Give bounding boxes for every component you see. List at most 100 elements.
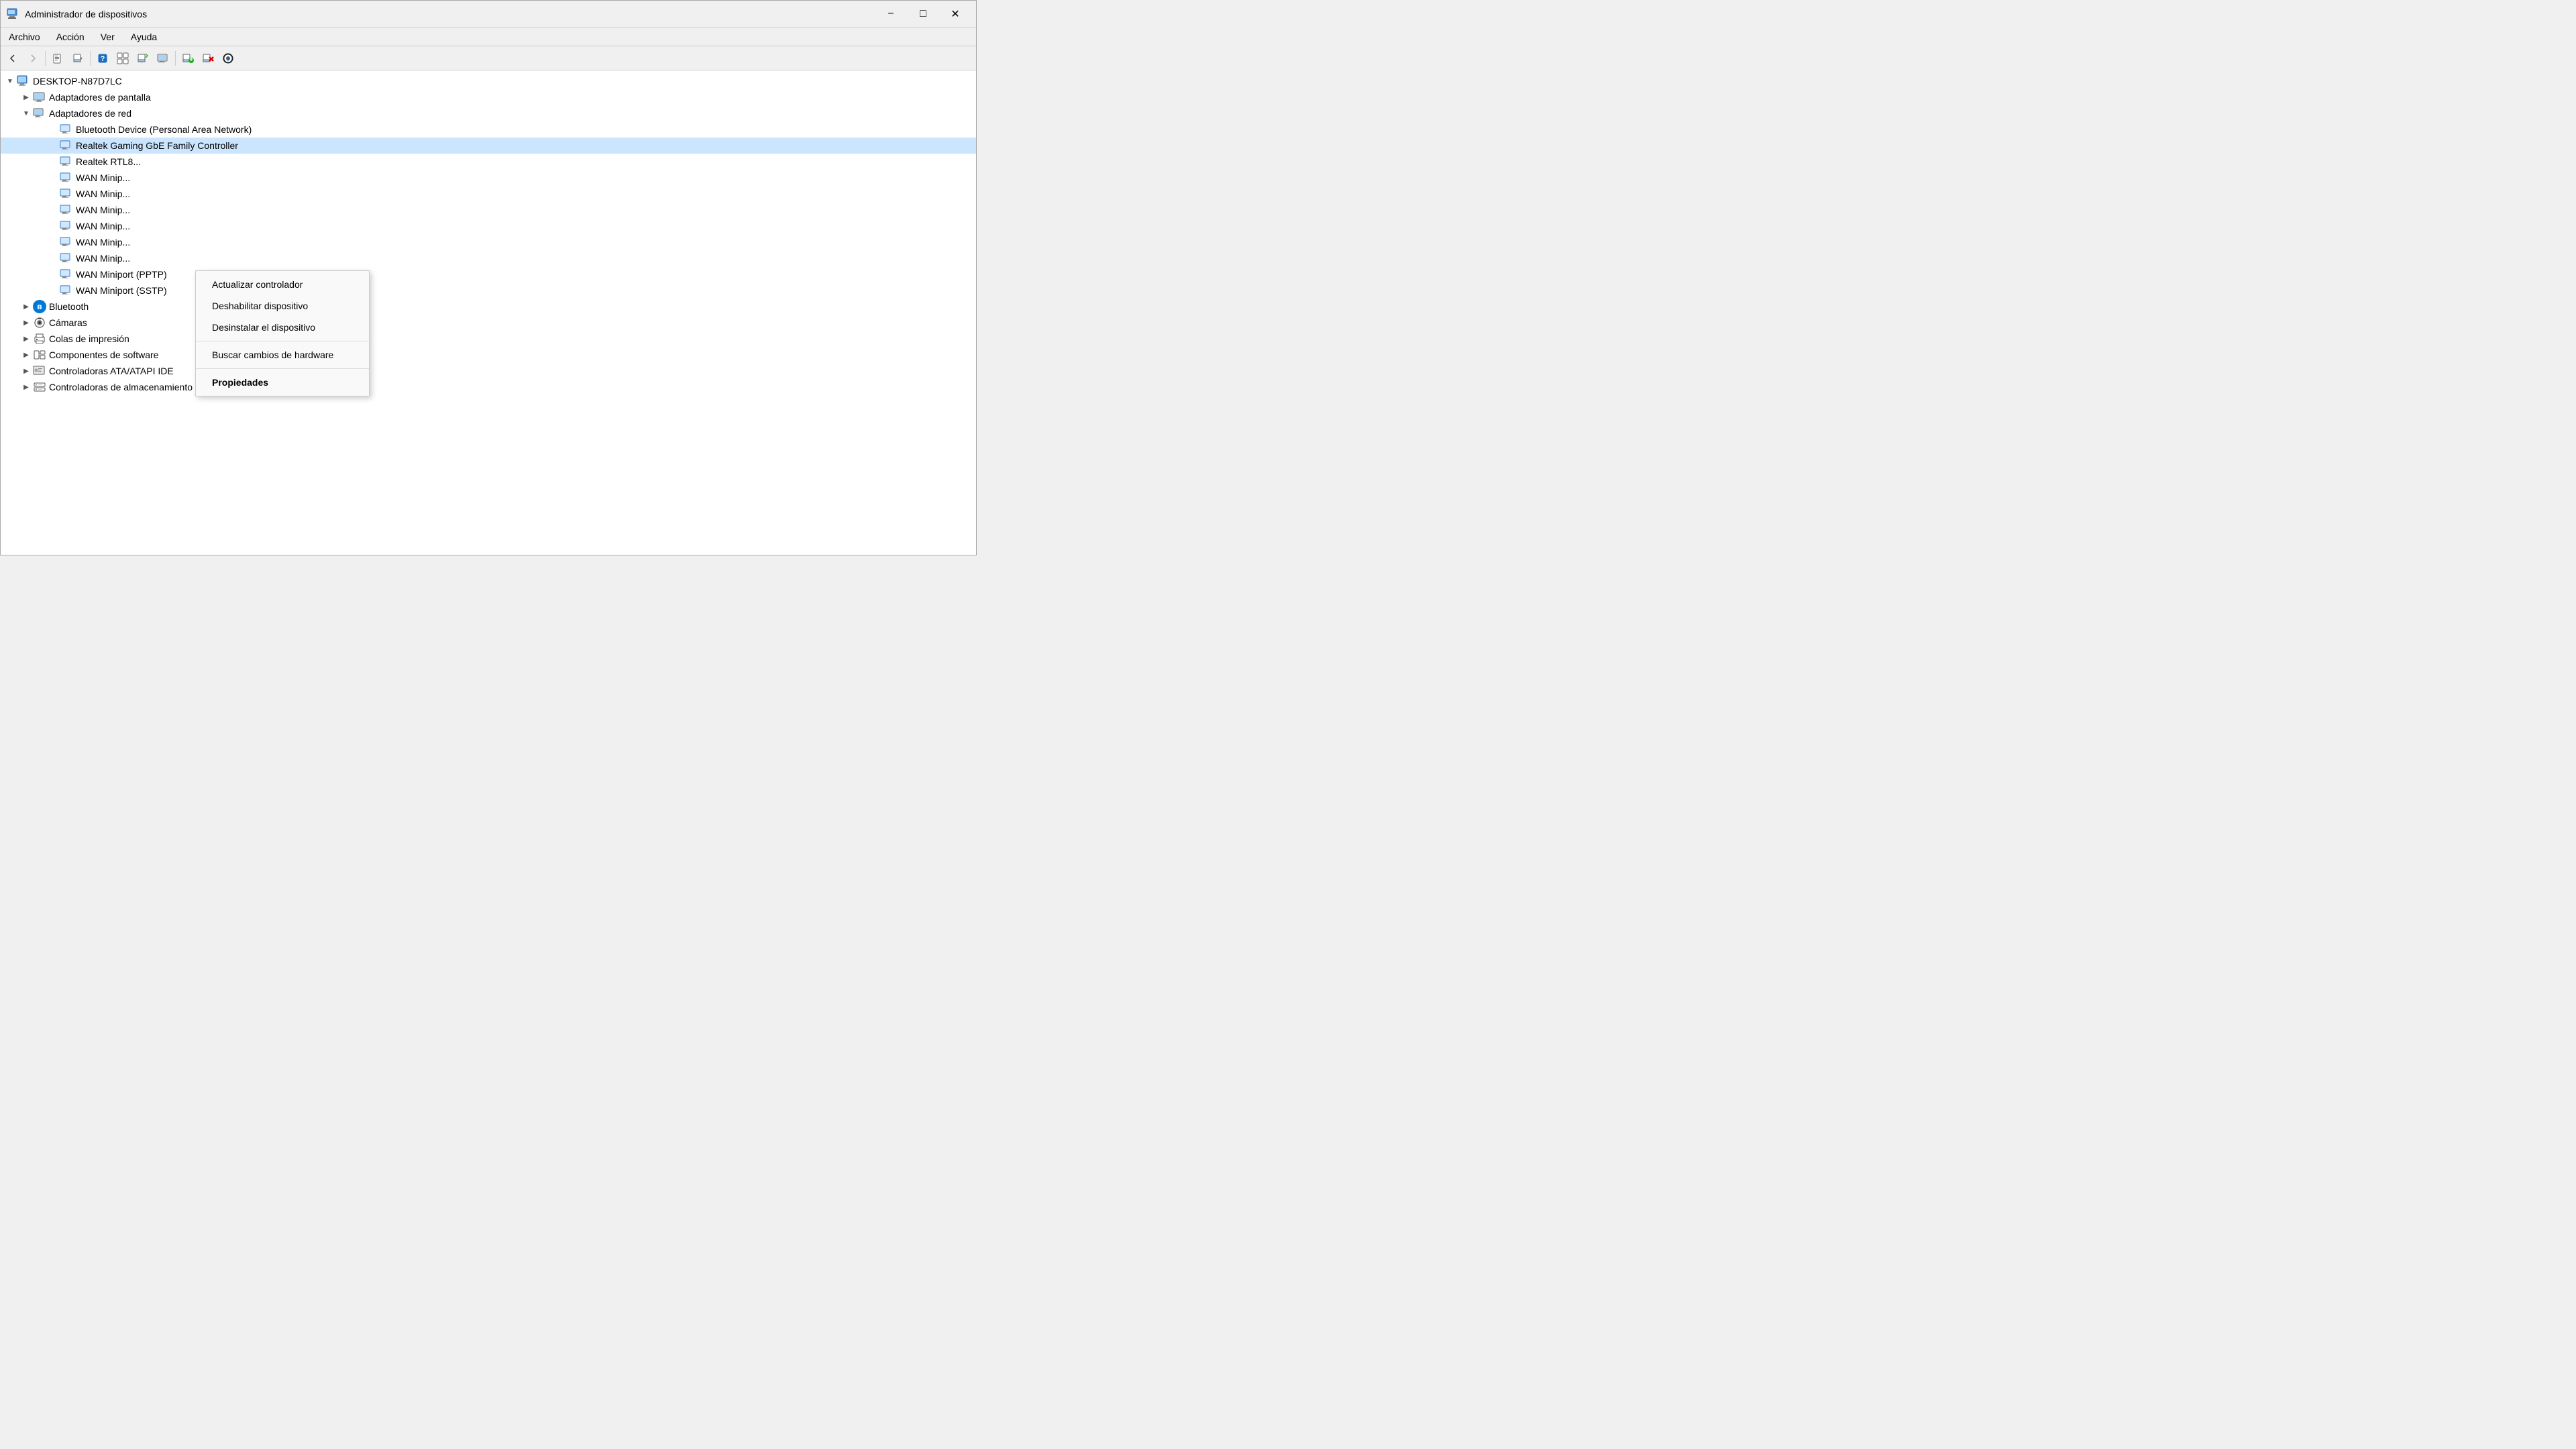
menu-ver[interactable]: Ver [93, 29, 123, 45]
forward-icon [28, 53, 38, 64]
menu-archivo[interactable]: Archivo [1, 29, 48, 45]
uninstall-icon [202, 52, 214, 64]
adaptadores-pantalla-expand-icon[interactable]: ▶ [19, 91, 33, 104]
tree-root[interactable]: ▼ DESKTOP-N87D7LC [1, 73, 976, 89]
toolbar-sep-2 [90, 51, 91, 66]
tree-wan-pptp[interactable]: WAN Miniport (PPTP) [1, 266, 976, 282]
componentes-software-label: Componentes de software [49, 350, 158, 360]
camaras-expand-icon[interactable]: ▶ [19, 316, 33, 329]
tree-bluetooth-device[interactable]: Bluetooth Device (Personal Area Network) [1, 121, 976, 138]
back-icon [7, 53, 18, 64]
tree-wan-1[interactable]: WAN Minip... [1, 170, 976, 186]
back-button[interactable] [3, 49, 22, 68]
wan-sstp-expand-spacer [46, 284, 60, 297]
bluetooth-device-label: Bluetooth Device (Personal Area Network) [76, 124, 252, 135]
context-menu-update-driver[interactable]: Actualizar controlador [196, 274, 369, 295]
tree-colas-impresion[interactable]: ▶ Colas de impresión [1, 331, 976, 347]
help-icon: ? [97, 53, 108, 64]
install-driver-button[interactable] [178, 49, 197, 68]
scan-hardware-button[interactable] [133, 49, 152, 68]
update-driver-icon [72, 53, 83, 64]
update-driver-button[interactable] [68, 49, 87, 68]
context-menu: Actualizar controlador Deshabilitar disp… [195, 270, 370, 396]
wan6-label: WAN Minip... [76, 253, 130, 264]
device-tree: ▼ DESKTOP-N87D7LC ▶ [1, 70, 976, 398]
tree-componentes-software[interactable]: ▶ Componentes de software [1, 347, 976, 363]
realtek-gaming-expand-spacer [46, 139, 60, 152]
realtek-rtl8-label: Realtek RTL8... [76, 156, 141, 167]
colas-impresion-label: Colas de impresión [49, 333, 129, 344]
context-menu-scan-hardware[interactable]: Buscar cambios de hardware [196, 344, 369, 366]
display-button[interactable] [154, 49, 172, 68]
download-button[interactable] [219, 49, 237, 68]
wan5-label: WAN Minip... [76, 237, 130, 248]
wan2-label: WAN Minip... [76, 189, 130, 199]
wan1-expand-spacer [46, 171, 60, 184]
forward-button[interactable] [23, 49, 42, 68]
camera-category-icon [33, 316, 46, 329]
install-driver-icon [182, 52, 194, 64]
tree-wan-sstp[interactable]: WAN Miniport (SSTP) [1, 282, 976, 299]
tree-wan-5[interactable]: WAN Minip... [1, 234, 976, 250]
title-bar-left: Administrador de dispositivos [6, 7, 147, 21]
net-device-icon-rtk2 [60, 155, 73, 168]
properties-button[interactable] [48, 49, 67, 68]
wan-pptp-expand-spacer [46, 268, 60, 281]
tree-controladoras-almacenamiento[interactable]: ▶ Controladoras de almacenamiento [1, 379, 976, 395]
toolbar-sep-3 [175, 51, 176, 66]
root-label: DESKTOP-N87D7LC [33, 76, 122, 87]
tree-realtek-gaming[interactable]: Realtek Gaming GbE Family Controller [1, 138, 976, 154]
wan4-label: WAN Minip... [76, 221, 130, 231]
realtek-gaming-label: Realtek Gaming GbE Family Controller [76, 140, 238, 151]
wan2-expand-spacer [46, 187, 60, 201]
net-device-icon-wan5 [60, 235, 73, 249]
context-menu-disable-device[interactable]: Deshabilitar dispositivo [196, 295, 369, 317]
controladoras-almacenamiento-label: Controladoras de almacenamiento [49, 382, 193, 392]
help-button[interactable]: ? [93, 49, 112, 68]
root-expand-icon[interactable]: ▼ [3, 74, 17, 88]
net-device-icon-wan1 [60, 171, 73, 184]
tree-controladoras-ata[interactable]: ▶ Controladoras ATA/ATAPI IDE [1, 363, 976, 379]
bluetooth-label: Bluetooth [49, 301, 89, 312]
tree-wan-2[interactable]: WAN Minip... [1, 186, 976, 202]
network-adapter-category-icon [33, 107, 46, 120]
expand-tree-button[interactable] [113, 49, 132, 68]
componentes-software-expand-icon[interactable]: ▶ [19, 348, 33, 362]
context-menu-properties[interactable]: Propiedades [196, 372, 369, 393]
context-menu-uninstall-device[interactable]: Desinstalar el dispositivo [196, 317, 369, 338]
device-manager-window: Administrador de dispositivos − □ ✕ Arch… [0, 0, 977, 555]
software-category-icon [33, 348, 46, 362]
tree-realtek-rtl8[interactable]: Realtek RTL8... [1, 154, 976, 170]
tree-camaras[interactable]: ▶ Cámaras [1, 315, 976, 331]
colas-impresion-expand-icon[interactable]: ▶ [19, 332, 33, 345]
tree-wan-4[interactable]: WAN Minip... [1, 218, 976, 234]
tree-bluetooth[interactable]: ▶ ʙ Bluetooth [1, 299, 976, 315]
uninstall-button[interactable] [199, 49, 217, 68]
net-device-icon-wan6 [60, 252, 73, 265]
tree-adaptadores-red[interactable]: ▼ Adaptadores de red [1, 105, 976, 121]
tree-wan-6[interactable]: WAN Minip... [1, 250, 976, 266]
menu-accion[interactable]: Acción [48, 29, 93, 45]
close-button[interactable]: ✕ [940, 4, 971, 24]
content-area: ▼ DESKTOP-N87D7LC ▶ [1, 70, 976, 555]
wan3-expand-spacer [46, 203, 60, 217]
wan6-expand-spacer [46, 252, 60, 265]
controladoras-ata-expand-icon[interactable]: ▶ [19, 364, 33, 378]
controladoras-almacenamiento-expand-icon[interactable]: ▶ [19, 380, 33, 394]
net-device-icon-wan4 [60, 219, 73, 233]
svg-text:?: ? [101, 55, 105, 63]
tree-adaptadores-pantalla[interactable]: ▶ Adaptadores de pantalla [1, 89, 976, 105]
context-menu-sep-2 [196, 368, 369, 369]
adaptadores-red-expand-icon[interactable]: ▼ [19, 107, 33, 120]
maximize-button[interactable]: □ [908, 4, 938, 24]
minimize-button[interactable]: − [875, 4, 906, 24]
download-icon [222, 52, 234, 64]
menu-ayuda[interactable]: Ayuda [123, 29, 165, 45]
wan1-label: WAN Minip... [76, 172, 130, 183]
title-bar-buttons: − □ ✕ [875, 4, 971, 24]
menu-bar: Archivo Acción Ver Ayuda [1, 28, 976, 46]
display-icon [157, 52, 169, 64]
expand-tree-icon [117, 52, 129, 64]
bluetooth-expand-icon[interactable]: ▶ [19, 300, 33, 313]
tree-wan-3[interactable]: WAN Minip... [1, 202, 976, 218]
